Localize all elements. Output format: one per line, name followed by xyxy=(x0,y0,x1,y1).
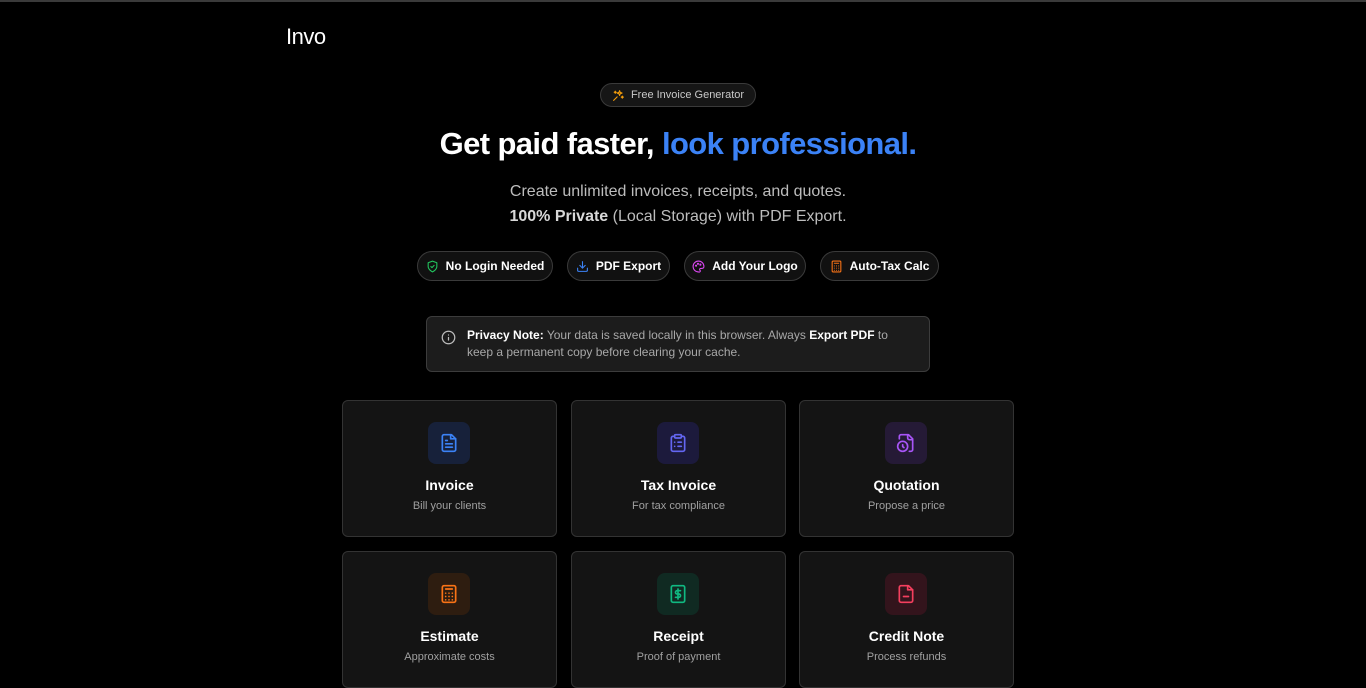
doc-card-description: Propose a price xyxy=(867,500,946,512)
feature-pdf-export: PDF Export xyxy=(567,251,670,281)
doc-card-description: Process refunds xyxy=(866,651,947,663)
doc-card-title: Receipt xyxy=(653,628,704,644)
doc-card-description: Bill your clients xyxy=(412,500,487,512)
file-minus-icon xyxy=(898,584,914,604)
feature-add-logo: Add Your Logo xyxy=(684,251,806,281)
icon-box xyxy=(657,422,699,464)
calculator-icon xyxy=(441,584,457,604)
free-badge: Free Invoice Generator xyxy=(600,83,756,107)
icon-box xyxy=(428,422,470,464)
palette-icon xyxy=(692,260,705,273)
file-clock-icon xyxy=(896,433,914,453)
doc-card-title: Tax Invoice xyxy=(640,477,717,493)
clipboard-list-icon xyxy=(670,433,686,453)
receipt-dollar-icon xyxy=(670,584,686,604)
doc-card-title: Invoice xyxy=(425,477,474,493)
icon-box xyxy=(428,573,470,615)
icon-box xyxy=(885,422,927,464)
hero-subtitle-line1: Create unlimited invoices, receipts, and… xyxy=(509,183,847,200)
doc-card-tax-invoice[interactable]: Tax Invoice For tax compliance xyxy=(571,400,786,537)
feature-label: Auto-Tax Calc xyxy=(849,259,930,273)
feature-auto-tax: Auto-Tax Calc xyxy=(820,251,939,281)
hero-title: Get paid faster, look professional. xyxy=(0,126,1356,162)
hero-title-accent: look professional. xyxy=(661,126,917,161)
doc-card-estimate[interactable]: Estimate Approximate costs xyxy=(342,551,557,688)
doc-card-description: Proof of payment xyxy=(636,651,721,663)
calculator-icon xyxy=(831,260,841,272)
privacy-note-text: Your data is saved locally in this brows… xyxy=(546,328,806,342)
doc-card-title: Quotation xyxy=(873,477,940,493)
feature-label: No Login Needed xyxy=(445,259,545,273)
privacy-note-label: Privacy Note: xyxy=(467,328,544,342)
doc-card-invoice[interactable]: Invoice Bill your clients xyxy=(342,400,557,537)
icon-box xyxy=(657,573,699,615)
hero-subtitle-rest: (Local Storage) with PDF Export. xyxy=(612,208,847,225)
shield-check-icon xyxy=(427,260,438,272)
doc-card-quotation[interactable]: Quotation Propose a price xyxy=(799,400,1014,537)
badge-label: Free Invoice Generator xyxy=(630,89,745,101)
hero-title-main: Get paid faster, xyxy=(439,126,655,161)
doc-card-description: For tax compliance xyxy=(632,500,725,512)
doc-card-receipt[interactable]: Receipt Proof of payment xyxy=(571,551,786,688)
doc-card-credit-note[interactable]: Credit Note Process refunds xyxy=(799,551,1014,688)
doc-card-description: Approximate costs xyxy=(404,651,495,663)
privacy-note: Privacy Note: Your data is saved locally… xyxy=(426,316,930,372)
feature-label: Add Your Logo xyxy=(712,259,798,273)
doc-card-title: Credit Note xyxy=(868,628,945,644)
brand-logo[interactable]: Invo xyxy=(286,24,326,50)
file-text-icon xyxy=(441,433,457,453)
privacy-note-highlight: Export PDF xyxy=(809,328,875,342)
sparkles-icon xyxy=(613,89,624,101)
hero-subtitle-bold: 100% Private xyxy=(509,208,609,225)
top-border xyxy=(0,0,1366,2)
feature-no-login: No Login Needed xyxy=(417,251,553,281)
icon-box xyxy=(885,573,927,615)
info-icon xyxy=(441,330,456,345)
feature-label: PDF Export xyxy=(595,259,662,273)
doc-card-title: Estimate xyxy=(420,628,479,644)
hero-subtitle-line2: 100% Private (Local Storage) with PDF Ex… xyxy=(0,208,1356,226)
download-icon xyxy=(576,260,588,272)
